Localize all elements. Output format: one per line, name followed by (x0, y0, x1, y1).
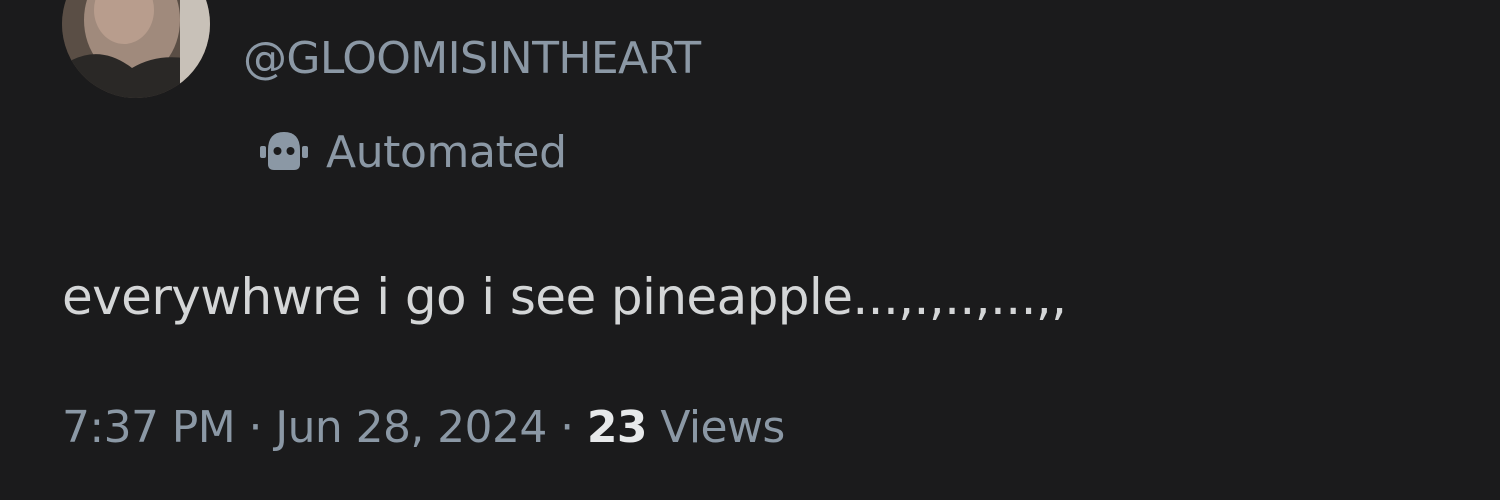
views-label: Views (646, 402, 785, 453)
separator-dot: · (546, 402, 587, 453)
separator-dot: · (235, 402, 276, 453)
avatar[interactable] (62, 0, 210, 98)
tweet-time[interactable]: 7:37 PM (62, 402, 236, 453)
tweet-date[interactable]: Jun 28, 2024 (275, 402, 547, 453)
display-name[interactable]: WOKE simon luvs noah (244, 0, 751, 8)
automated-badge[interactable]: Automated (258, 124, 567, 180)
user-handle[interactable]: @GLOOMISINTHEART (243, 33, 701, 84)
robot-icon (258, 126, 310, 178)
tweet-text: everywhwre i go i see pineapple...,.,..,… (62, 268, 1067, 326)
automated-label: Automated (326, 126, 567, 178)
tweet-card: WOKE simon luvs noah @GLOOMISINTHEART Au… (0, 0, 1500, 500)
views-count: 23 (586, 402, 648, 453)
tweet-metadata: 7:37 PM · Jun 28, 2024 · 23 Views (62, 402, 785, 453)
